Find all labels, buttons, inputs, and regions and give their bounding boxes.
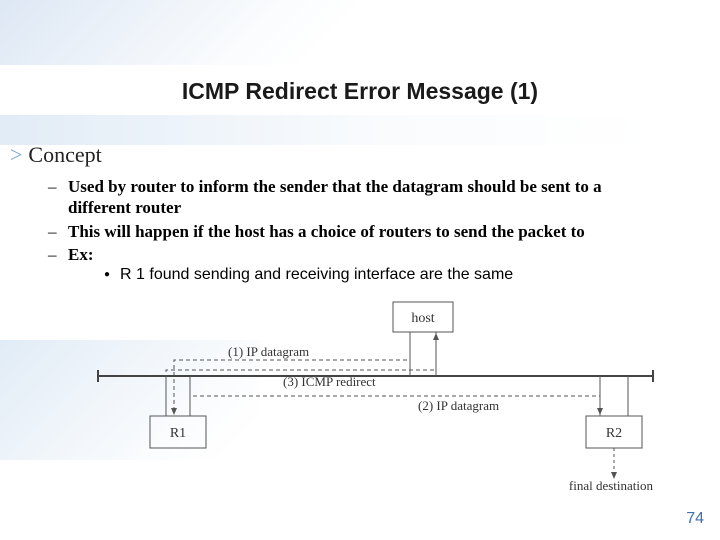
host-label: host <box>411 311 434 326</box>
list-item-text: This will happen if the host has a choic… <box>68 221 668 242</box>
list-item: – This will happen if the host has a cho… <box>48 221 668 242</box>
arrow-1-label: (1) IP datagram <box>228 344 309 359</box>
arrow-3-label: (3) ICMP redirect <box>283 374 376 389</box>
sub-bullet: ● R 1 found sending and receiving interfa… <box>104 266 513 284</box>
bullet-list: – Used by router to inform the sender th… <box>48 176 668 267</box>
arrow-2-label: (2) IP datagram <box>418 398 499 413</box>
list-item-text: Ex: <box>68 244 668 265</box>
dash-icon: – <box>48 221 68 242</box>
slide-title: ICMP Redirect Error Message (1) <box>0 78 720 105</box>
list-item-text: Used by router to inform the sender that… <box>68 176 668 219</box>
arrow-2 <box>190 396 600 414</box>
dash-icon: – <box>48 176 68 219</box>
slide: ICMP Redirect Error Message (1) >Concept… <box>0 0 720 540</box>
r2-label: R2 <box>606 426 622 441</box>
chevron-right-icon: > <box>10 142 22 167</box>
bullet-dot-icon: ● <box>104 269 110 280</box>
network-diagram: host R1 R2 final destination (1) IP data… <box>88 298 663 493</box>
final-dest-label: final destination <box>569 478 654 493</box>
list-item: – Ex: <box>48 244 668 265</box>
concept-heading: >Concept <box>10 142 102 168</box>
page-number: 74 <box>686 510 704 528</box>
r1-label: R1 <box>170 426 186 441</box>
list-item: – Used by router to inform the sender th… <box>48 176 668 219</box>
dash-icon: – <box>48 244 68 265</box>
sub-bullet-text: R 1 found sending and receiving interfac… <box>120 266 513 283</box>
concept-heading-text: Concept <box>28 142 101 167</box>
